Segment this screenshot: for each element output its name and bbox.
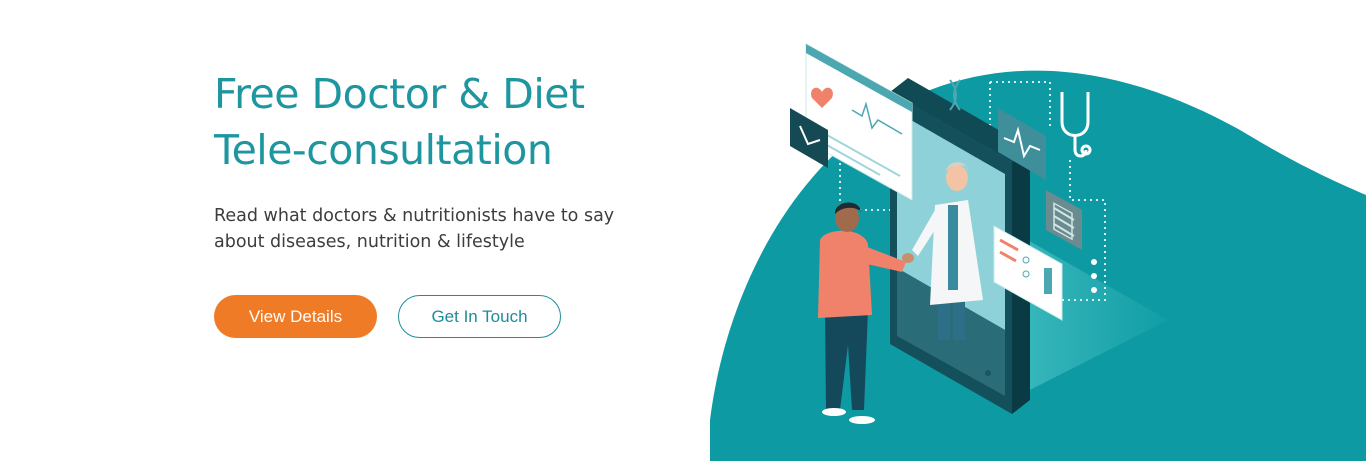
hero-subtitle-line-1: Read what doctors & nutritionists have t… bbox=[214, 206, 615, 226]
hero-subtitle: Read what doctors & nutritionists have t… bbox=[214, 203, 644, 255]
hero-subtitle-line-2: about diseases, nutrition & lifestyle bbox=[214, 232, 525, 252]
hero-title: Free Doctor & Diet Tele-consultation bbox=[214, 66, 585, 178]
hero-title-line-2: Tele-consultation bbox=[214, 126, 553, 174]
hero-illustration bbox=[710, 43, 1366, 461]
decorative-dots bbox=[1091, 259, 1097, 293]
get-in-touch-button[interactable]: Get In Touch bbox=[398, 295, 561, 338]
hero-title-line-1: Free Doctor & Diet bbox=[214, 70, 585, 118]
view-details-button[interactable]: View Details bbox=[214, 295, 377, 338]
